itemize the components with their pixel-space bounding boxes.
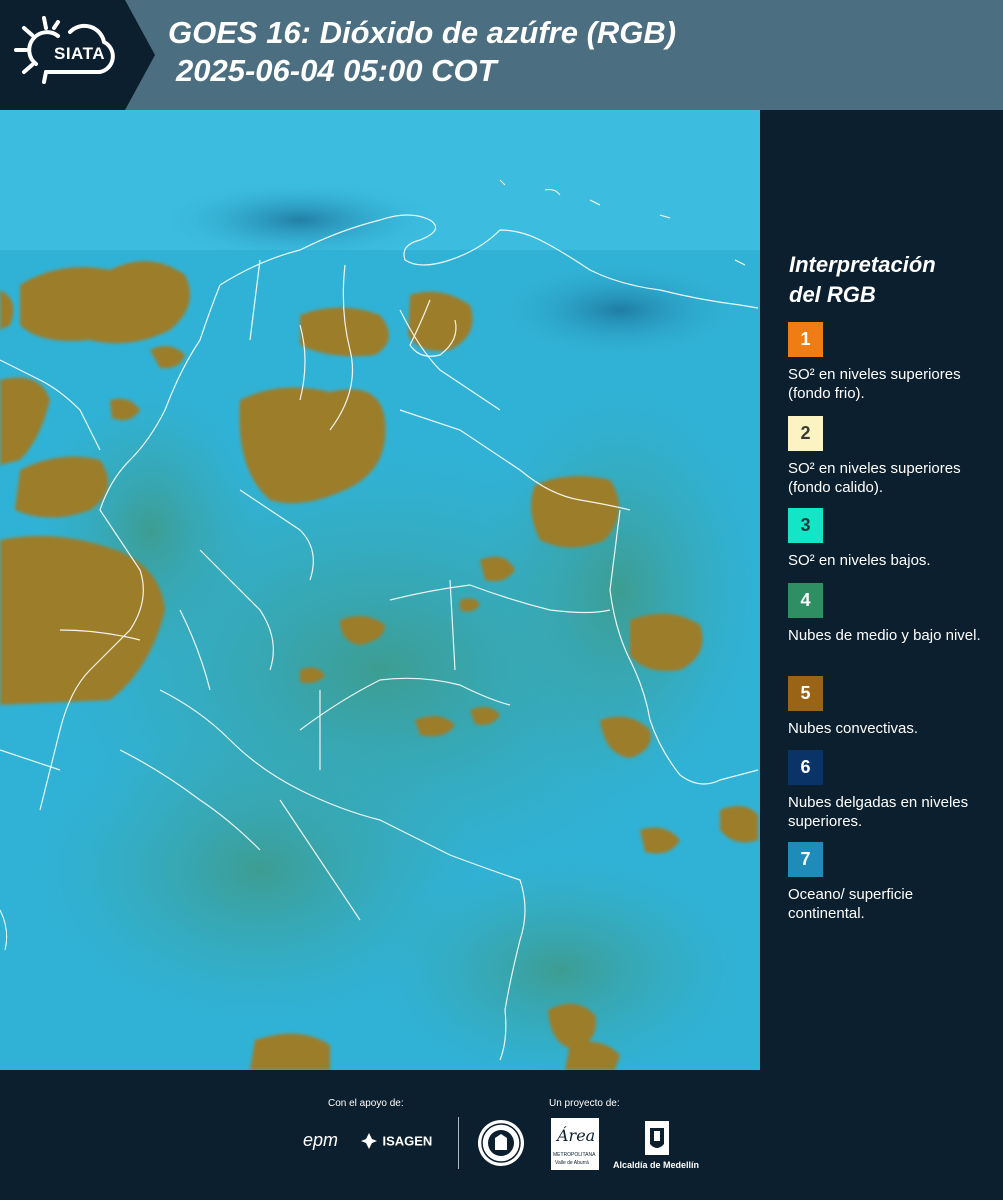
legend-swatch-5: 5 <box>788 676 823 711</box>
legend-swatch-4: 4 <box>788 583 823 618</box>
legend-text-4: Nubes de medio y bajo nivel. <box>788 627 981 644</box>
logo-text: SIATA <box>54 44 105 63</box>
legend-swatch-2: 2 <box>788 416 823 451</box>
alcaldia-logo[interactable]: Alcaldía de Medellín <box>610 1118 710 1174</box>
legend-item-5: 5 Nubes convectivas. <box>788 676 993 738</box>
legend-panel: Interpretación del RGB 1 SO² en niveles … <box>760 110 1003 1070</box>
satellite-image <box>0 110 760 1070</box>
legend-number-2: 2 <box>800 423 811 443</box>
legend-number-4: 4 <box>800 590 811 610</box>
legend-title: Interpretación del RGB <box>789 250 989 310</box>
support-label: Con el apoyo de: <box>328 1098 404 1109</box>
legend-item-1: 1 SO² en niveles superiores (fondo frio)… <box>788 322 993 403</box>
legend-number-6: 6 <box>800 757 811 777</box>
title-line-1: GOES 16: Dióxido de azúfre (RGB) <box>168 15 677 50</box>
isagen-text: ISAGEN <box>382 1133 433 1149</box>
title-line-2: 2025-06-04 05:00 COT <box>176 53 497 88</box>
legend-swatch-6: 6 <box>788 750 823 785</box>
isagen-icon <box>361 1133 377 1149</box>
legend-number-7: 7 <box>800 849 811 869</box>
siata-logo[interactable]: SIATA <box>0 0 155 110</box>
legend-number-1: 1 <box>800 329 811 349</box>
alcaldia-text: Alcaldía de Medellín <box>613 1160 700 1170</box>
coat-of-arms-icon <box>645 1121 669 1155</box>
legend-item-6: 6 Nubes delgadas en niveles superiores. <box>788 750 993 831</box>
satellite-map[interactable] <box>0 110 760 1070</box>
header-bar: SIATA GOES 16: Dióxido de azúfre (RGB) 2… <box>0 0 1003 110</box>
legend-item-2: 2 SO² en niveles superiores (fondo calid… <box>788 416 993 497</box>
legend-text-7: Oceano/ superficie continental. <box>788 886 914 922</box>
epm-logo[interactable]: epm <box>303 1130 338 1151</box>
legend-title-line-1: Interpretación <box>789 252 936 277</box>
page-title: GOES 16: Dióxido de azúfre (RGB) 2025-06… <box>168 14 676 90</box>
legend-swatch-3: 3 <box>788 508 823 543</box>
legend-item-3: 3 SO² en niveles bajos. <box>788 508 993 570</box>
area-logo-text: Área <box>557 1126 596 1145</box>
legend-text-2: SO² en niveles superiores (fondo calido)… <box>788 460 961 496</box>
medellin-seal[interactable] <box>478 1120 524 1166</box>
epm-text: epm <box>303 1130 339 1150</box>
legend-swatch-1: 1 <box>788 322 823 357</box>
legend-swatch-7: 7 <box>788 842 823 877</box>
legend-number-5: 5 <box>800 683 811 703</box>
legend-item-7: 7 Oceano/ superficie continental. <box>788 842 993 923</box>
legend-text-1: SO² en niveles superiores (fondo frio). <box>788 366 961 402</box>
area-metropolitana-logo[interactable]: Área METROPOLITANA Valle de Aburrá <box>551 1118 599 1170</box>
area-logo-sub2: Valle de Aburrá <box>555 1160 589 1166</box>
seal-icon <box>481 1123 521 1163</box>
legend-number-3: 3 <box>800 515 811 535</box>
footer-divider <box>458 1117 459 1169</box>
project-label: Un proyecto de: <box>549 1098 620 1109</box>
legend-text-5: Nubes convectivas. <box>788 720 919 737</box>
legend-item-4: 4 Nubes de medio y bajo nivel. <box>788 583 993 645</box>
footer: Con el apoyo de: Un proyecto de: epm ISA… <box>0 1070 1003 1200</box>
area-logo-sub: METROPOLITANA <box>553 1152 596 1158</box>
legend-title-line-2: del RGB <box>789 282 876 307</box>
legend-text-6: Nubes delgadas en niveles superiores. <box>788 794 969 830</box>
isagen-logo[interactable]: ISAGEN <box>360 1132 432 1150</box>
legend-text-3: SO² en niveles bajos. <box>788 552 931 569</box>
